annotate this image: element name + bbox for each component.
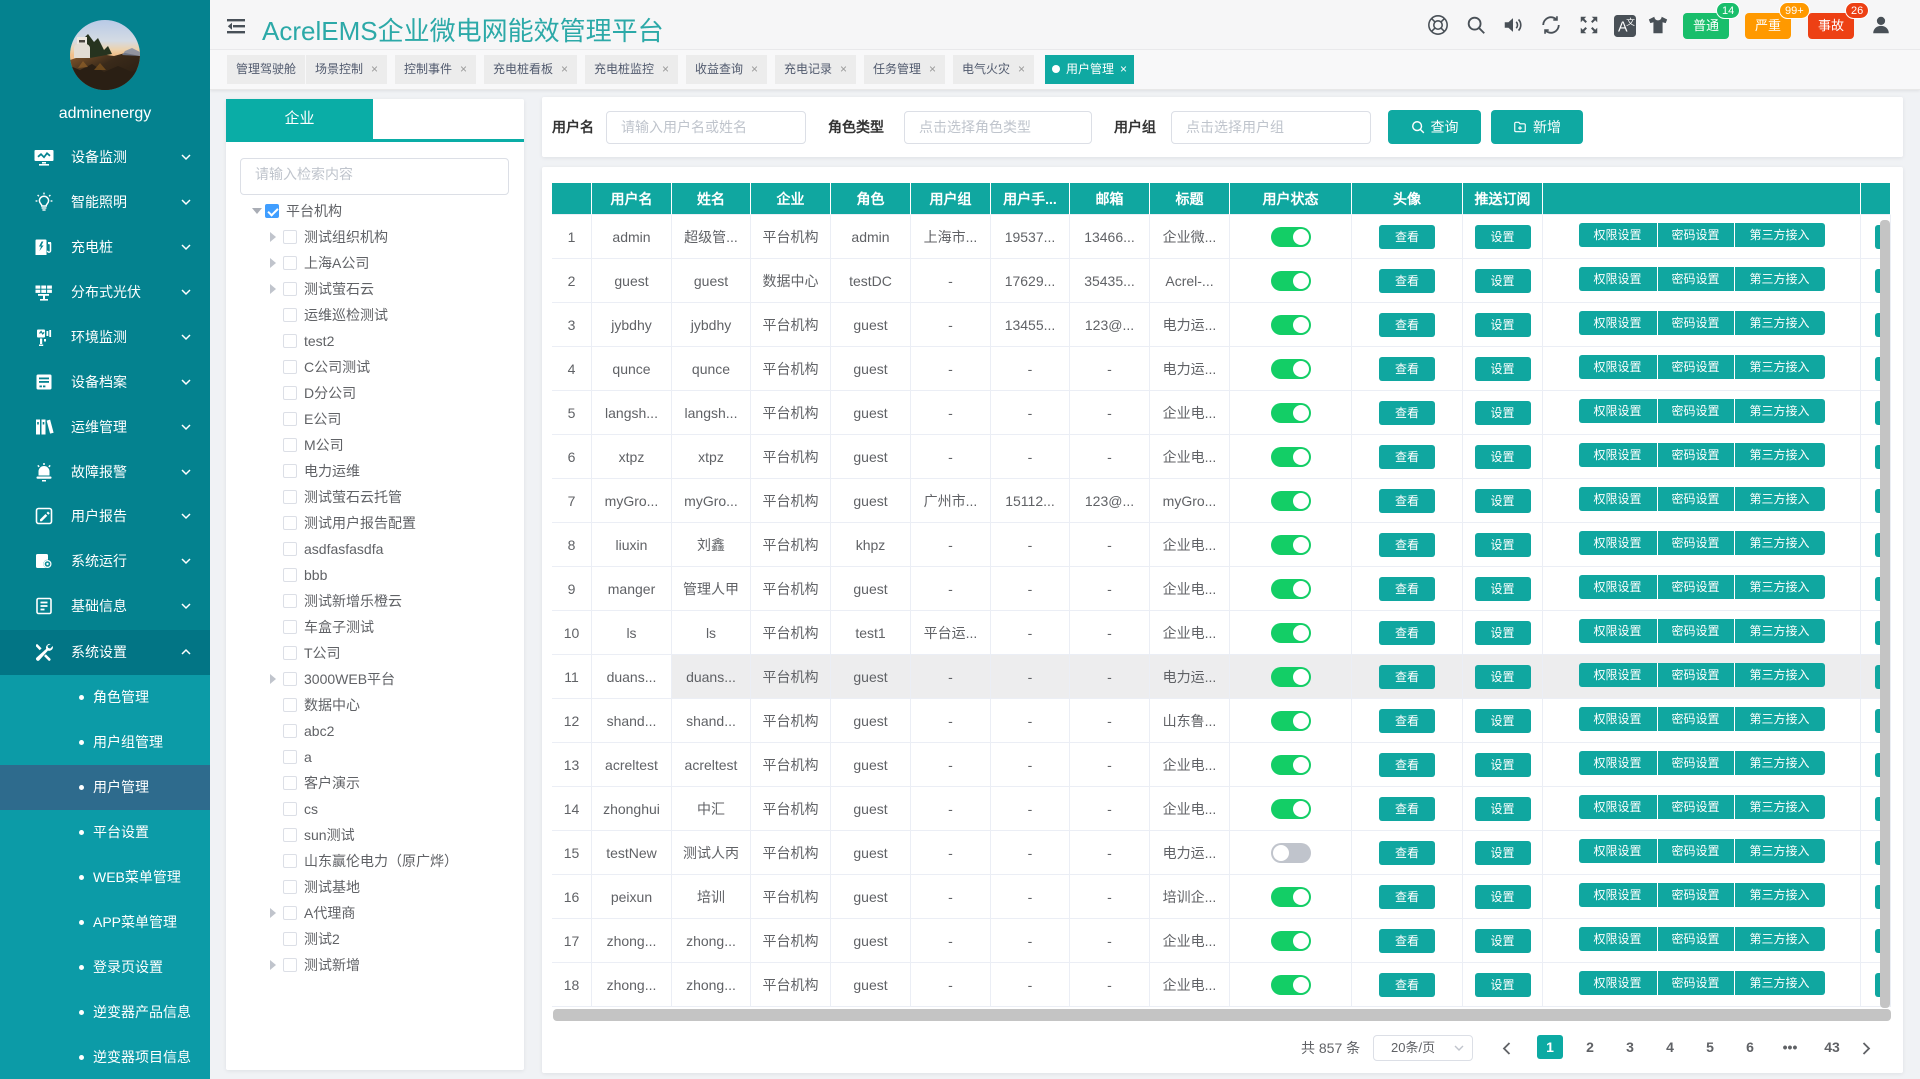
svg-text:文: 文 [1626,16,1635,27]
